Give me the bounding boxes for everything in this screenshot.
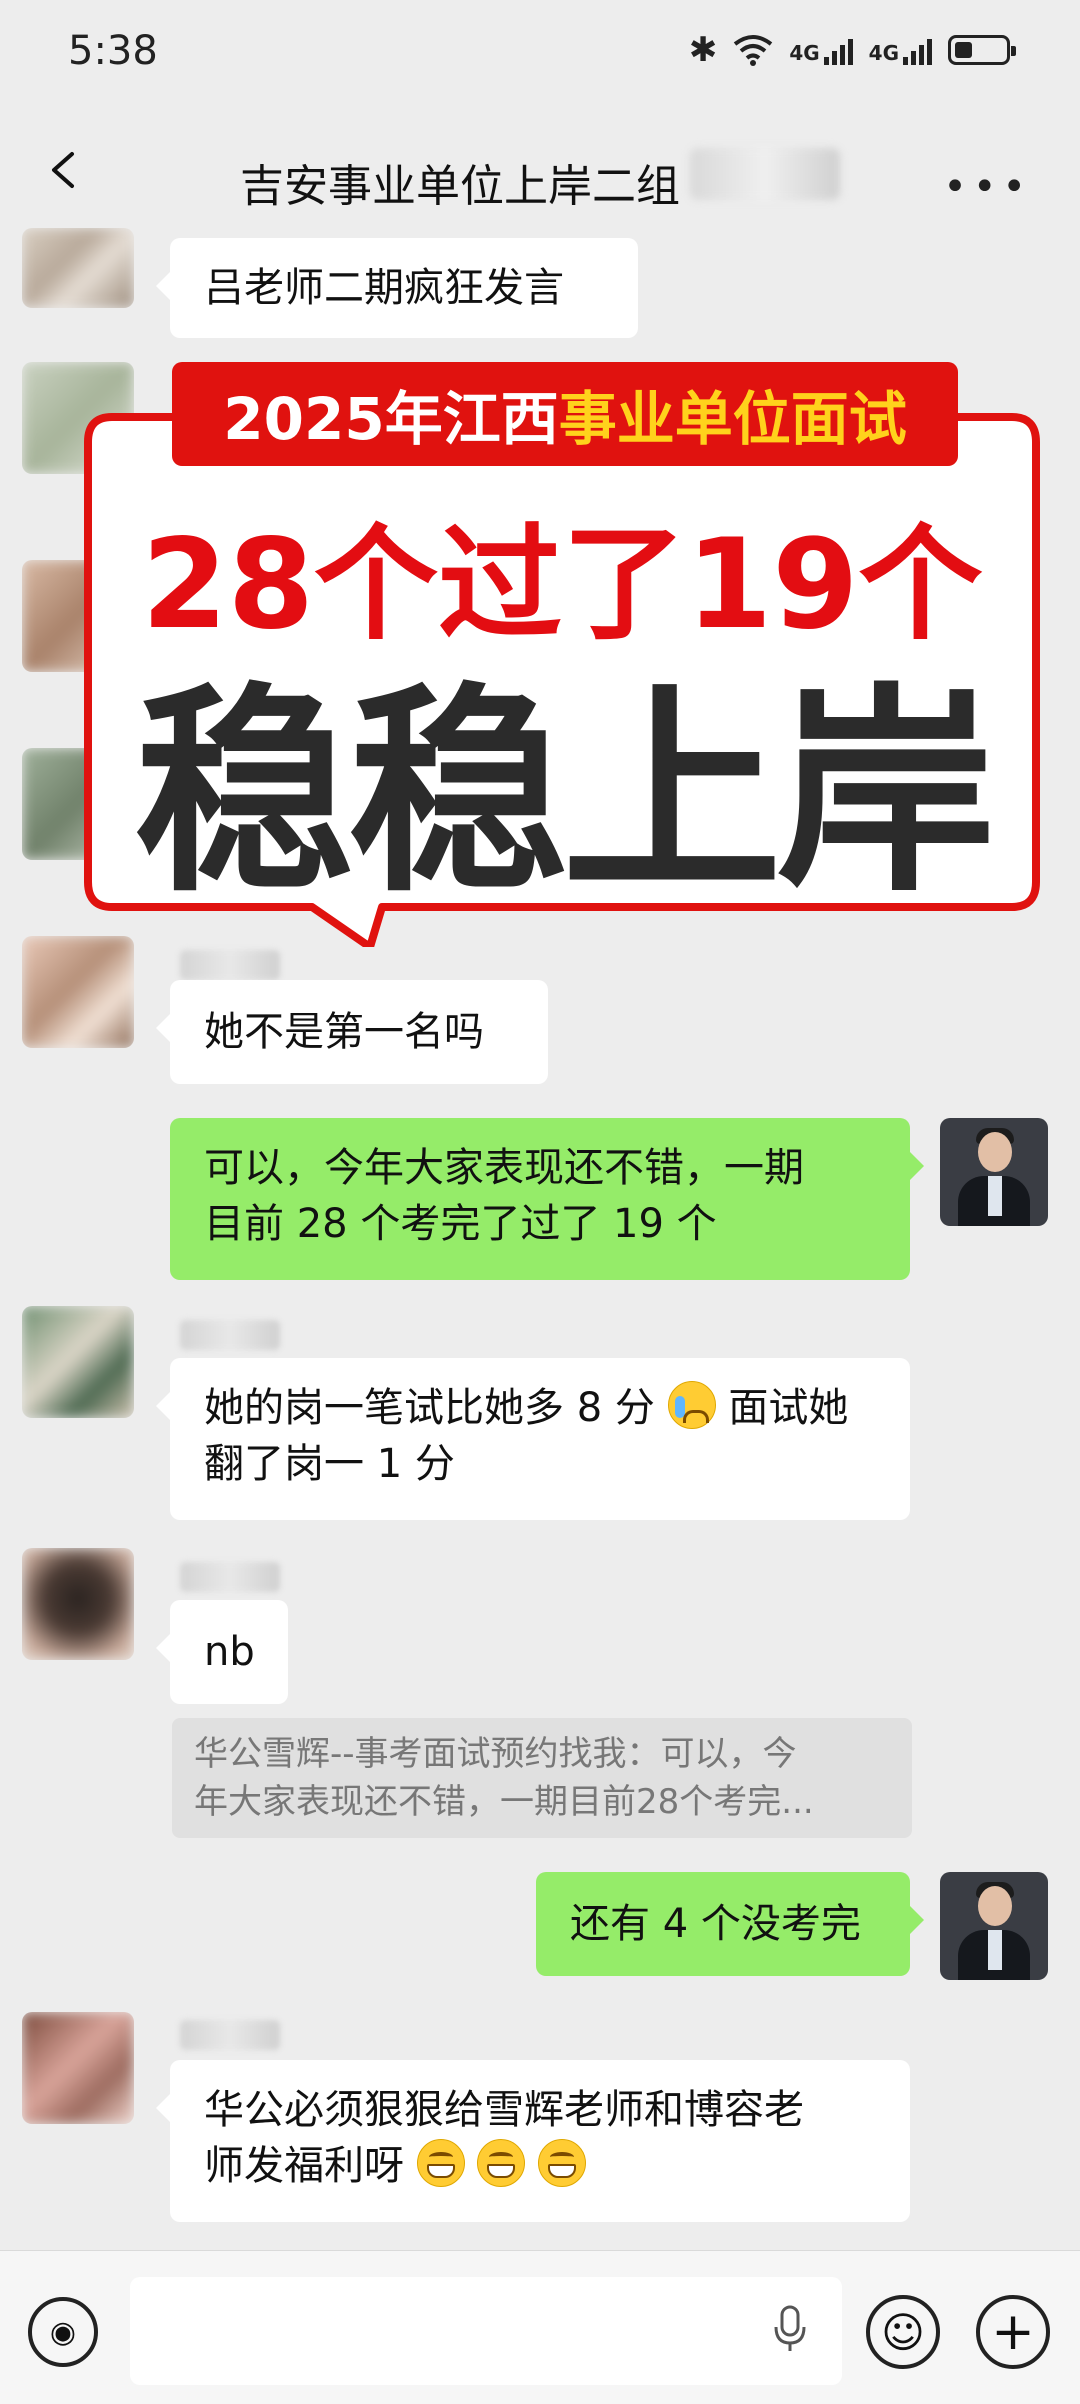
avatar[interactable]: [22, 1548, 134, 1660]
sent-message-bubble[interactable]: 可以，今年大家表现还不错，一期 目前 28 个考完了过了 19 个: [170, 1118, 924, 1280]
banner-prefix: 2025年江西: [223, 385, 559, 453]
chat-header: 吉安事业单位上岸二组 •••: [0, 110, 1080, 240]
avatar[interactable]: [22, 228, 134, 308]
promo-slogan: 稳稳上岸: [133, 665, 996, 921]
quoted-message[interactable]: 华公雪辉--事考面试预约找我：可以，今 年大家表现还不错，一期目前28个考完..…: [172, 1718, 912, 1838]
crying-face-icon: [667, 1381, 716, 1429]
message-text: 还有 4 个没考完: [570, 1901, 861, 1947]
message-input[interactable]: [130, 2277, 842, 2385]
sender-name: [180, 1562, 280, 1592]
signal-2-label: 4G: [868, 41, 899, 65]
blurred-title-suffix: [690, 148, 840, 200]
sent-message-bubble[interactable]: 还有 4 个没考完: [536, 1872, 924, 1976]
more-dots-icon[interactable]: •••: [943, 164, 1032, 210]
quote-text: 年大家表现还不错，一期目前28个考完...: [194, 1782, 814, 1822]
message-bubble[interactable]: 吕老师二期疯狂发言: [156, 238, 638, 338]
plus-icon[interactable]: +: [976, 2295, 1050, 2369]
message-bubble[interactable]: 她的岗一笔试比她多 8 分 面试她 翻了岗一 1 分: [156, 1358, 910, 1520]
input-bar: ◉ ☺ +: [0, 2250, 1080, 2404]
message-text: 吕老师二期疯狂发言: [204, 265, 564, 311]
smiley-icon[interactable]: ☺: [866, 2295, 940, 2369]
bluetooth-icon: ✱: [688, 30, 718, 70]
voice-icon[interactable]: ◉: [28, 2297, 98, 2367]
message-text: nb: [204, 1629, 255, 1675]
signal-icon: 4G: [789, 35, 853, 65]
system-icons: ✱ 4G 4G: [688, 30, 1016, 70]
sender-name: [180, 1320, 280, 1350]
promo-banner: 2025年江西 事业单位面试: [172, 362, 958, 466]
message-bubble[interactable]: 华公必须狠狠给雪辉老师和博容老 师发福利呀: [156, 2060, 910, 2222]
sender-name: [180, 950, 280, 980]
status-bar: 5:38 ✱ 4G 4G: [0, 0, 1080, 110]
signal-icon: 4G: [869, 35, 932, 65]
message-text: 翻了岗一 1 分: [204, 1441, 455, 1487]
grinning-face-icon: [538, 2139, 587, 2187]
grinning-face-icon: [477, 2139, 526, 2187]
chat-title[interactable]: 吉安事业单位上岸二组: [240, 150, 680, 214]
grinning-face-icon: [416, 2139, 465, 2187]
message-bubble[interactable]: 她不是第一名吗: [156, 980, 548, 1084]
message-text: 面试她: [728, 1385, 849, 1431]
my-avatar[interactable]: [940, 1872, 1048, 1980]
banner-highlight: 事业单位面试: [558, 385, 907, 453]
message-text: 她不是第一名吗: [204, 1009, 484, 1055]
quote-text: 华公雪辉--事考面试预约找我：可以，今: [194, 1734, 797, 1774]
my-avatar[interactable]: [940, 1118, 1048, 1226]
message-text: 她的岗一笔试比她多 8 分: [204, 1385, 655, 1431]
signal-1-label: 4G: [789, 41, 820, 65]
microphone-icon[interactable]: [772, 2305, 808, 2353]
avatar[interactable]: [22, 2012, 134, 2124]
message-bubble[interactable]: nb: [156, 1600, 288, 1704]
message-text: 可以，今年大家表现还不错，一期: [204, 1145, 804, 1191]
avatar[interactable]: [22, 1306, 134, 1418]
message-text: 华公必须狠狠给雪辉老师和博容老: [204, 2087, 804, 2133]
status-time: 5:38: [68, 28, 158, 74]
wifi-icon: [734, 35, 773, 66]
chevron-left-icon[interactable]: [44, 150, 84, 190]
promo-overlay: 2025年江西 事业单位面试 28个过了19个 稳稳上岸: [82, 362, 1042, 947]
message-text: 目前 28 个考完了过了 19 个: [204, 1201, 717, 1247]
sender-name: [180, 2020, 280, 2050]
promo-headline: 28个过了19个: [141, 513, 983, 657]
avatar[interactable]: [22, 936, 134, 1048]
message-text: 师发福利呀: [204, 2143, 404, 2189]
battery-icon: [948, 35, 1016, 65]
